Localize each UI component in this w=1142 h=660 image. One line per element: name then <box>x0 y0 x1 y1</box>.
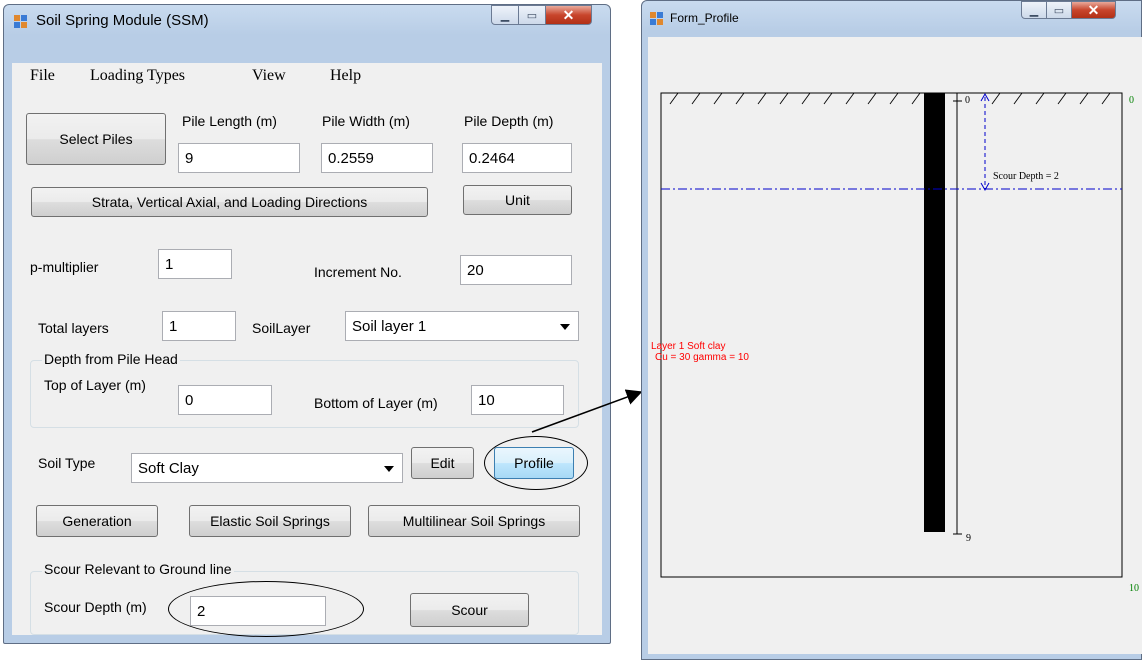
unit-button[interactable]: Unit <box>463 185 572 215</box>
pile-width-input[interactable]: 0.2559 <box>321 143 433 173</box>
soil-type-label: Soil Type <box>38 455 96 471</box>
profile-title: Form_Profile <box>670 11 739 25</box>
bottom-of-layer-label: Bottom of Layer (m) <box>314 395 438 411</box>
menubar: File Loading Types View Help <box>12 63 602 89</box>
pile-top-depth-label: 0 <box>965 95 970 106</box>
menu-file[interactable]: File <box>30 67 55 85</box>
p-multiplier-input[interactable]: 1 <box>158 249 232 279</box>
soil-box <box>660 92 1123 578</box>
profile-highlight-oval <box>484 436 588 490</box>
axis-bottom-value: 10 <box>1129 583 1139 594</box>
pile-bottom-depth-label: 9 <box>966 533 971 544</box>
soil-type-select[interactable]: Soft Clay <box>131 453 403 483</box>
edit-button[interactable]: Edit <box>411 447 474 479</box>
soil-layer-label: SoilLayer <box>252 320 311 336</box>
top-of-layer-input[interactable]: 0 <box>178 385 272 415</box>
generation-button[interactable]: Generation <box>36 505 158 537</box>
strata-button[interactable]: Strata, Vertical Axial, and Loading Dire… <box>31 187 428 217</box>
maximize-button[interactable]: ▭ <box>1047 1 1072 19</box>
chevron-down-icon <box>560 324 570 330</box>
scour-depth-text: Scour Depth = 2 <box>993 171 1059 182</box>
increment-label: Increment No. <box>314 264 402 280</box>
soil-layer-select[interactable]: Soil layer 1 <box>345 311 579 341</box>
pile-width-label: Pile Width (m) <box>322 113 410 129</box>
scour-button[interactable]: Scour <box>410 593 529 627</box>
pile-depth-label: Pile Depth (m) <box>464 113 554 129</box>
increment-input[interactable]: 20 <box>460 255 572 285</box>
menu-view[interactable]: View <box>252 67 286 85</box>
ssm-form: File Loading Types View Help Select Pile… <box>12 63 602 637</box>
ssm-window: Soil Spring Module (SSM) ▁ ▭ ✕ File Load… <box>3 4 611 644</box>
layer-label-line2: Cu = 30 gamma = 10 <box>655 352 749 363</box>
app-icon <box>14 15 28 29</box>
top-of-layer-label: Top of Layer (m) <box>44 377 146 393</box>
pile-depth-input[interactable]: 0.2464 <box>462 143 572 173</box>
app-icon <box>650 12 664 26</box>
select-piles-button[interactable]: Select Piles <box>26 113 166 165</box>
multilinear-soil-springs-button[interactable]: Multilinear Soil Springs <box>368 505 580 537</box>
menu-help[interactable]: Help <box>330 67 361 85</box>
p-multiplier-label: p-multiplier <box>30 259 99 275</box>
pile-length-label: Pile Length (m) <box>182 113 277 129</box>
bottom-of-layer-input[interactable]: 10 <box>471 385 564 415</box>
minimize-button[interactable]: ▁ <box>491 5 519 25</box>
window-controls: ▁ ▭ ✕ <box>491 5 592 27</box>
window-controls: ▁ ▭ ✕ <box>1021 1 1116 23</box>
close-button[interactable]: ✕ <box>546 5 592 25</box>
total-layers-input[interactable]: 1 <box>162 311 236 341</box>
ssm-title: Soil Spring Module (SSM) <box>36 12 209 29</box>
scour-depth-label: Scour Depth (m) <box>44 599 147 615</box>
depth-group-title: Depth from Pile Head <box>42 351 180 367</box>
soil-type-value: Soft Clay <box>138 460 199 477</box>
menu-loading-types[interactable]: Loading Types <box>90 67 185 85</box>
pile-shape <box>924 93 945 532</box>
chevron-down-icon <box>384 466 394 472</box>
layer-label-line1: Layer 1 Soft clay <box>651 341 726 352</box>
scour-depth-highlight-oval <box>168 581 364 637</box>
total-layers-label: Total layers <box>38 320 109 336</box>
minimize-button[interactable]: ▁ <box>1021 1 1047 19</box>
soil-layer-value: Soil layer 1 <box>352 318 427 335</box>
pile-length-input[interactable]: 9 <box>178 143 300 173</box>
close-button[interactable]: ✕ <box>1072 1 1116 19</box>
profile-canvas: 0 9 Scour Depth = 2 0 10 Layer 1 Soft cl… <box>648 37 1142 654</box>
ssm-titlebar[interactable]: Soil Spring Module (SSM) ▁ ▭ ✕ <box>4 5 610 35</box>
maximize-button[interactable]: ▭ <box>519 5 546 25</box>
scour-group-title: Scour Relevant to Ground line <box>42 561 234 577</box>
axis-top-value: 0 <box>1129 95 1134 106</box>
elastic-soil-springs-button[interactable]: Elastic Soil Springs <box>189 505 351 537</box>
profile-titlebar[interactable]: Form_Profile ▁ ▭ ✕ <box>642 1 1141 31</box>
ground-hatch <box>669 92 1111 105</box>
